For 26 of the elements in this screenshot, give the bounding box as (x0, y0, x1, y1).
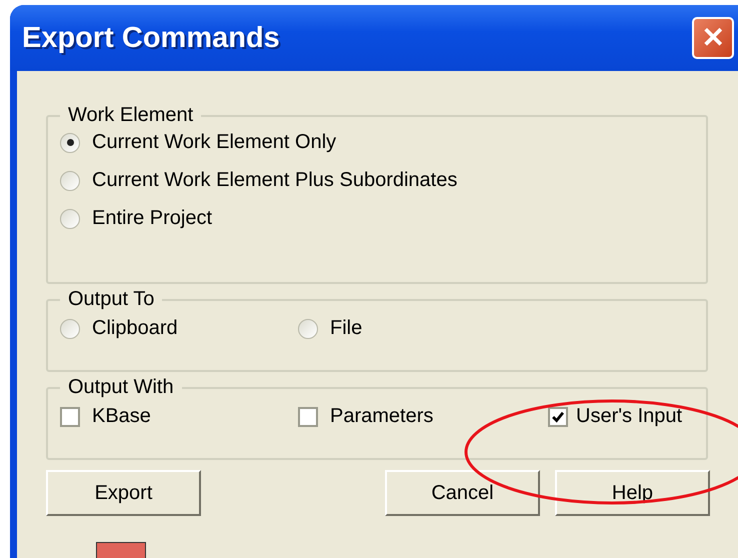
option-label: KBase (92, 405, 151, 428)
checkbox[interactable] (60, 406, 80, 426)
close-button[interactable]: ✕ (692, 17, 734, 59)
window-title: Export Commands (22, 22, 280, 54)
annotation-marker (96, 542, 146, 558)
checkbox[interactable] (548, 406, 568, 426)
option-label: Entire Project (92, 207, 212, 230)
option-label: Current Work Element Plus Subordinates (92, 169, 458, 192)
dialog-button[interactable]: Export (46, 470, 201, 516)
radio-button[interactable] (60, 170, 80, 190)
check-icon (551, 410, 565, 424)
group-title: Output With (67, 376, 175, 399)
option-label: User's Input (576, 405, 682, 428)
option-label: File (330, 317, 362, 340)
radio-button[interactable] (60, 208, 80, 228)
option-label: Current Work Element Only (92, 131, 336, 154)
option-label: Clipboard (92, 317, 178, 340)
option-label: Parameters (330, 405, 434, 428)
group-title: Output To (67, 288, 156, 311)
radio-button[interactable] (60, 318, 80, 338)
dialog-button[interactable]: Cancel (385, 470, 540, 516)
checkbox[interactable] (298, 406, 318, 426)
dialog-button[interactable]: Help (555, 470, 710, 516)
group-title: Work Element (67, 104, 194, 127)
radio-button[interactable] (298, 318, 318, 338)
radio-button[interactable] (60, 132, 80, 152)
